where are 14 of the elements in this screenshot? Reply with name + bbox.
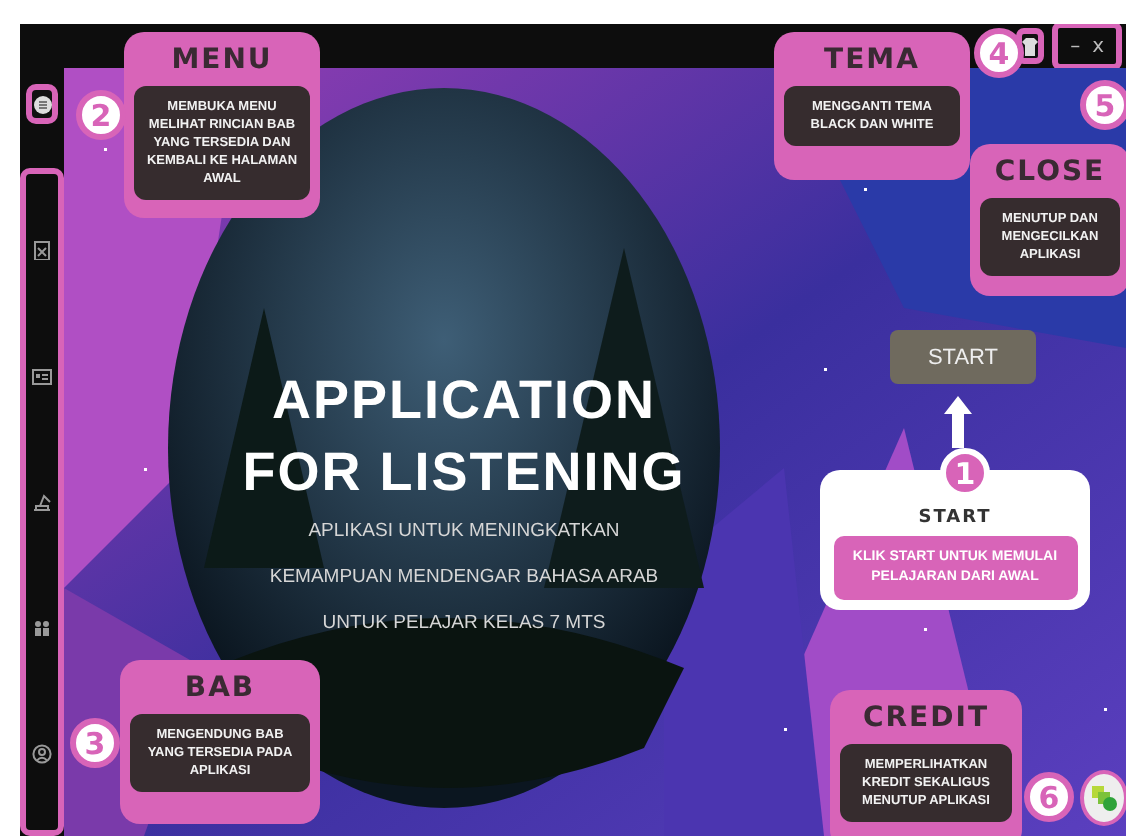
- app-subtitle: KEMAMPUAN MENDENGAR BAHASA ARAB: [269, 564, 659, 592]
- minimize-button[interactable]: –: [1070, 35, 1081, 57]
- app-title: FOR LISTENING: [242, 440, 686, 506]
- tip-title: CLOSE: [994, 156, 1106, 188]
- tip-title: BAB: [184, 672, 256, 704]
- app-subtitle: UNTUK PELAJAR KELAS 7 MTS: [322, 610, 606, 638]
- tip-title: CREDIT: [863, 702, 989, 734]
- app-subtitle: APLIKASI UNTUK MENINGKATKAN: [308, 518, 620, 546]
- tip-title: TEMA: [824, 44, 920, 76]
- tip-title: MENU: [171, 44, 273, 76]
- app-title: APPLICATION: [272, 368, 656, 434]
- close-button[interactable]: x: [1092, 35, 1104, 57]
- start-button[interactable]: START: [890, 330, 1036, 384]
- tip-title: START: [918, 508, 992, 528]
